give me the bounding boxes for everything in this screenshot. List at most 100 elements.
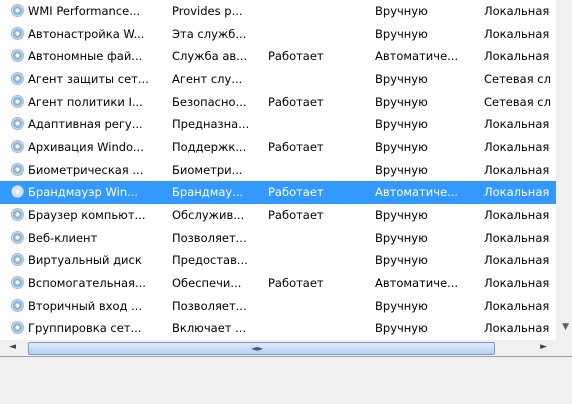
service-description: Предназна...: [172, 113, 264, 136]
service-logon-as-text: Локальная: [484, 298, 550, 313]
service-startup-type-text: Автоматиче...: [375, 185, 459, 200]
service-startup-type-text: Автоматиче...: [375, 275, 459, 290]
service-state: Работает: [268, 204, 368, 227]
service-name: Группировка сет...: [11, 317, 168, 340]
service-description: Обслужив...: [172, 204, 264, 227]
service-startup-type: Вручную: [375, 113, 480, 136]
service-name-text: Агент политики I...: [28, 94, 143, 109]
gear-icon: [11, 253, 24, 267]
service-startup-type-text: Вручную: [375, 26, 428, 41]
service-row[interactable]: Группировка сет... Включает ... Вручную Лок…: [0, 317, 556, 340]
service-row[interactable]: Автонастройка W... Эта служб... Вручную Лок…: [0, 23, 556, 46]
gear-icon: [11, 139, 24, 153]
scroll-grip-icon: ◄►: [251, 344, 264, 353]
service-startup-type: Вручную: [375, 0, 480, 23]
scroll-down-icon[interactable]: ▼: [562, 322, 569, 332]
service-name-text: Браузер компьют...: [28, 207, 146, 222]
horizontal-scroll-thumb[interactable]: ◄►: [28, 342, 495, 355]
service-description: Эта служб...: [172, 23, 264, 46]
service-row[interactable]: Виртуальный диск Предостав... Вручную Локал…: [0, 249, 556, 272]
service-logon-as-text: Локальная: [484, 321, 550, 336]
gear-icon: [11, 49, 24, 63]
service-startup-type-text: Вручную: [375, 253, 428, 268]
gear-icon: [11, 207, 24, 221]
gear-icon: [11, 275, 24, 289]
service-name-text: Вторичный вход ...: [28, 298, 143, 313]
service-startup-type: Автоматиче...: [375, 181, 480, 204]
service-row[interactable]: Агент политики I... Безопасно... Работает В…: [0, 91, 556, 114]
service-description: Биометри...: [172, 159, 264, 182]
service-row[interactable]: Вторичный вход ... Позволяет... Вручную Лок…: [0, 295, 556, 318]
service-name: Биометрическая ...: [11, 159, 168, 182]
service-row[interactable]: Вспомогательная... Обеспечи... Работает Авт…: [0, 272, 556, 295]
vertical-scrollbar[interactable]: ▼: [556, 0, 572, 340]
service-row[interactable]: Браузер компьют... Обслужив... Работает Вру…: [0, 204, 556, 227]
service-name-text: Архивация Windo...: [28, 139, 144, 154]
service-description-text: Эта служб...: [172, 26, 247, 41]
service-row[interactable]: Биометрическая ... Биометри... Вручную Лока…: [0, 159, 556, 182]
service-startup-type: Автоматиче...: [375, 45, 480, 68]
service-description: Предостав...: [172, 249, 264, 272]
service-state: Работает: [268, 91, 368, 114]
service-name-text: Веб-клиент: [28, 230, 98, 245]
service-description-text: Позволяет...: [172, 230, 247, 245]
service-logon-as-text: Локальная: [484, 117, 550, 132]
service-state: [268, 249, 368, 272]
service-row[interactable]: Автономные фай... Служба ав... Работает Авт…: [0, 45, 556, 68]
service-logon-as: Локальная: [484, 227, 556, 250]
service-row[interactable]: Адаптивная регу... Предназна... Вручную Лок…: [0, 113, 556, 136]
service-row[interactable]: Брандмауэр Win... Брандмау... Работает Авто…: [0, 181, 556, 204]
service-logon-as-text: Сетевая сл: [484, 71, 551, 86]
scroll-left-icon[interactable]: ◄: [9, 342, 16, 352]
service-name: Вторичный вход ...: [11, 295, 168, 318]
service-startup-type-text: Вручную: [375, 139, 428, 154]
scrollbar-corner: [556, 340, 572, 356]
service-name: Браузер компьют...: [11, 204, 168, 227]
service-description-text: Поддержк...: [172, 139, 247, 154]
service-startup-type: Вручную: [375, 295, 480, 318]
service-logon-as-text: Локальная: [484, 26, 550, 41]
service-logon-as: Сетевая сл: [484, 91, 556, 114]
service-description-text: Агент слу...: [172, 71, 243, 86]
service-name-text: Адаптивная регу...: [28, 117, 143, 132]
service-startup-type: Вручную: [375, 23, 480, 46]
service-row[interactable]: Архивация Windo... Поддержк... Работает Вру…: [0, 136, 556, 159]
service-logon-as: Локальная: [484, 0, 556, 23]
service-row[interactable]: Агент защиты сет... Агент слу... Вручную Се…: [0, 68, 556, 91]
service-state: [268, 23, 368, 46]
service-name: Веб-клиент: [11, 227, 168, 250]
service-description-text: Включает ...: [172, 321, 247, 336]
services-list-panel: WMI Performance... Provides p... Вручную Ло…: [0, 0, 572, 357]
service-logon-as: Локальная: [484, 204, 556, 227]
service-description-text: Служба ав...: [172, 49, 248, 64]
service-logon-as-text: Локальная: [484, 4, 550, 18]
service-state: [268, 159, 368, 182]
service-logon-as-text: Локальная: [484, 253, 550, 268]
service-logon-as-text: Локальная: [484, 162, 550, 177]
service-startup-type: Вручную: [375, 227, 480, 250]
scroll-right-icon[interactable]: ►: [540, 342, 547, 352]
service-logon-as: Локальная: [484, 181, 556, 204]
service-state: Работает: [268, 181, 368, 204]
service-state: [268, 317, 368, 340]
service-startup-type-text: Вручную: [375, 117, 428, 132]
service-startup-type-text: Автоматиче...: [375, 49, 459, 64]
service-logon-as-text: Локальная: [484, 275, 550, 290]
service-name-text: Автонастройка W...: [28, 26, 145, 41]
service-startup-type: Вручную: [375, 204, 480, 227]
service-startup-type-text: Вручную: [375, 162, 428, 177]
service-state-text: Работает: [268, 275, 324, 290]
service-description-text: Брандмау...: [172, 185, 244, 200]
service-state-text: Работает: [268, 207, 324, 222]
service-row[interactable]: WMI Performance... Provides p... Вручную Ло…: [0, 0, 556, 23]
service-logon-as-text: Локальная: [484, 185, 550, 200]
service-startup-type-text: Вручную: [375, 230, 428, 245]
service-row[interactable]: Веб-клиент Позволяет... Вручную Локальная: [0, 227, 556, 250]
service-description: Безопасно...: [172, 91, 264, 114]
service-logon-as-text: Сетевая сл: [484, 94, 551, 109]
horizontal-scrollbar[interactable]: ◄ ◄► ►: [0, 340, 556, 356]
service-startup-type-text: Вручную: [375, 94, 428, 109]
service-startup-type: Вручную: [375, 136, 480, 159]
service-state: [268, 295, 368, 318]
service-logon-as: Локальная: [484, 45, 556, 68]
